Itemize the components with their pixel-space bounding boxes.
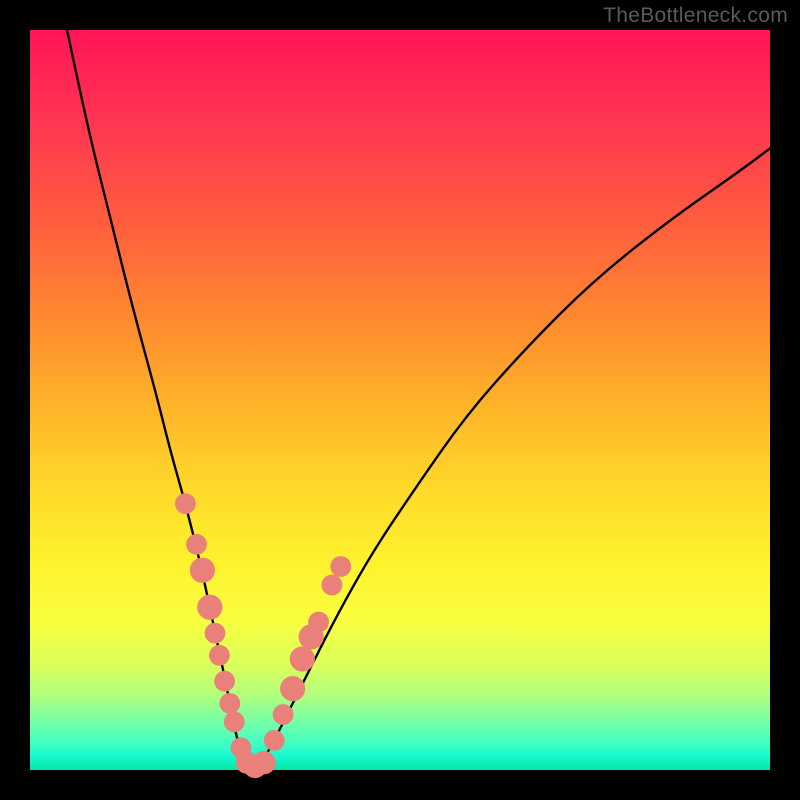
- curve-marker: [186, 534, 207, 555]
- curve-marker: [190, 558, 215, 583]
- curve-marker: [214, 671, 235, 692]
- curve-marker: [205, 623, 226, 644]
- curve-marker: [252, 751, 276, 775]
- curve-marker: [273, 704, 294, 725]
- chart-svg: [30, 30, 770, 770]
- plot-area: [30, 30, 770, 770]
- bottleneck-curve-path: [67, 30, 770, 768]
- curve-marker: [197, 595, 222, 620]
- curve-marker: [175, 493, 196, 514]
- chart-frame: TheBottleneck.com: [0, 0, 800, 800]
- watermark-text: TheBottleneck.com: [603, 4, 788, 28]
- curve-marker: [330, 556, 351, 577]
- curve-marker: [264, 730, 285, 751]
- curve-marker: [280, 676, 305, 701]
- curve-markers: [175, 493, 351, 778]
- curve-marker: [290, 646, 315, 671]
- curve-marker: [322, 575, 343, 596]
- curve-marker: [219, 693, 240, 714]
- curve-marker: [224, 712, 245, 733]
- curve-marker: [308, 612, 329, 633]
- curve-marker: [209, 645, 230, 666]
